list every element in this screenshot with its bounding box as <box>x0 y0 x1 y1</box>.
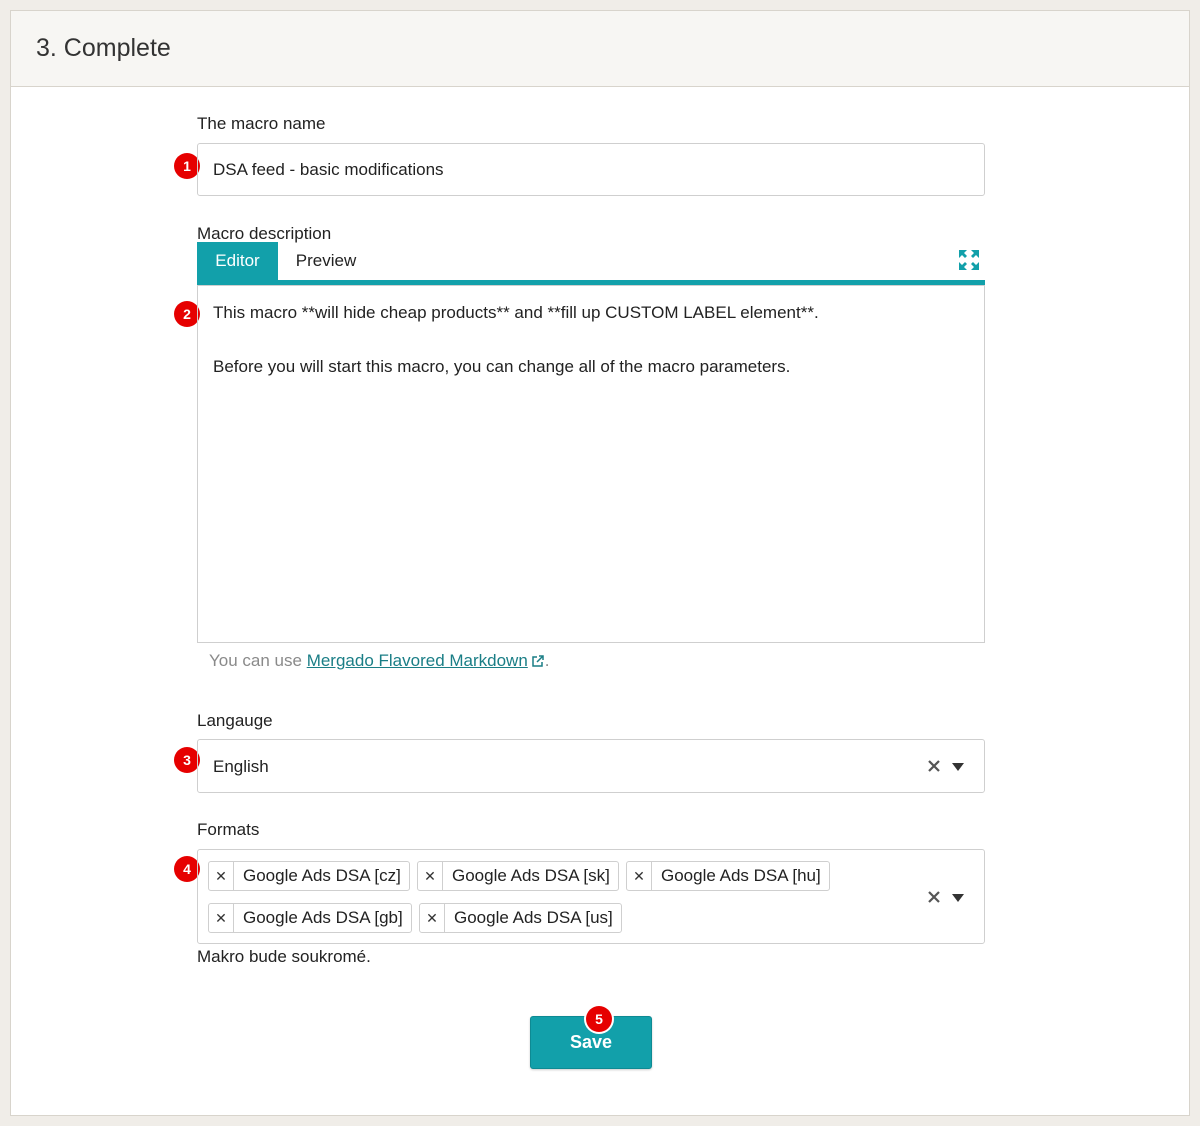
remove-tag-icon[interactable]: ✕ <box>627 862 652 890</box>
private-note: Makro bude soukromé. <box>197 947 371 966</box>
format-tag: ✕ Google Ads DSA [hu] <box>626 861 830 891</box>
macro-description-label: Macro description <box>197 224 332 243</box>
clear-icon[interactable] <box>927 759 941 773</box>
formats-label: Formats <box>197 820 260 839</box>
chevron-down-icon[interactable] <box>951 893 965 903</box>
editor-tabs: Editor Preview <box>197 242 985 285</box>
markdown-hint: You can use Mergado Flavored Markdown. <box>209 651 550 671</box>
format-tag: ✕ Google Ads DSA [us] <box>419 903 622 933</box>
clear-icon[interactable] <box>927 890 941 904</box>
format-tag-label: Google Ads DSA [cz] <box>243 866 401 885</box>
language-label: Langauge <box>197 711 273 730</box>
format-tag-label: Google Ads DSA [us] <box>454 908 613 927</box>
markdown-link[interactable]: Mergado Flavored Markdown <box>307 651 528 670</box>
format-tag-label: Google Ads DSA [hu] <box>661 866 821 885</box>
step-badge-5: 5 <box>586 1006 612 1032</box>
macro-name-value: DSA feed - basic modifications <box>213 159 444 179</box>
chevron-down-icon[interactable] <box>951 762 965 772</box>
language-select[interactable]: English <box>197 739 985 793</box>
format-tag: ✕ Google Ads DSA [gb] <box>208 903 412 933</box>
remove-tag-icon[interactable]: ✕ <box>209 862 234 890</box>
page-title: 3. Complete <box>36 34 171 62</box>
format-tag-label: Google Ads DSA [sk] <box>452 866 610 885</box>
external-link-icon <box>532 655 544 667</box>
tab-editor[interactable]: Editor <box>197 242 278 280</box>
remove-tag-icon[interactable]: ✕ <box>420 904 445 932</box>
hint-prefix: You can use <box>209 651 302 670</box>
tab-preview[interactable]: Preview <box>278 242 374 280</box>
description-line-2: Before you will start this macro, you ca… <box>213 357 791 376</box>
panel-header: 3. Complete <box>11 11 1189 87</box>
format-tag: ✕ Google Ads DSA [sk] <box>417 861 619 891</box>
macro-name-label: The macro name <box>197 114 326 133</box>
fullscreen-icon[interactable] <box>957 248 981 272</box>
remove-tag-icon[interactable]: ✕ <box>209 904 234 932</box>
remove-tag-icon[interactable]: ✕ <box>418 862 443 890</box>
format-tag: ✕ Google Ads DSA [cz] <box>208 861 410 891</box>
language-value: English <box>213 757 269 776</box>
formats-multiselect[interactable]: ✕ Google Ads DSA [cz] ✕ Google Ads DSA [… <box>197 849 985 944</box>
macro-name-input[interactable]: DSA feed - basic modifications <box>197 143 985 196</box>
macro-description-textarea[interactable]: This macro **will hide cheap products** … <box>197 285 985 643</box>
format-tag-label: Google Ads DSA [gb] <box>243 908 403 927</box>
description-line-1: This macro **will hide cheap products** … <box>213 303 819 322</box>
hint-suffix: . <box>544 651 550 670</box>
